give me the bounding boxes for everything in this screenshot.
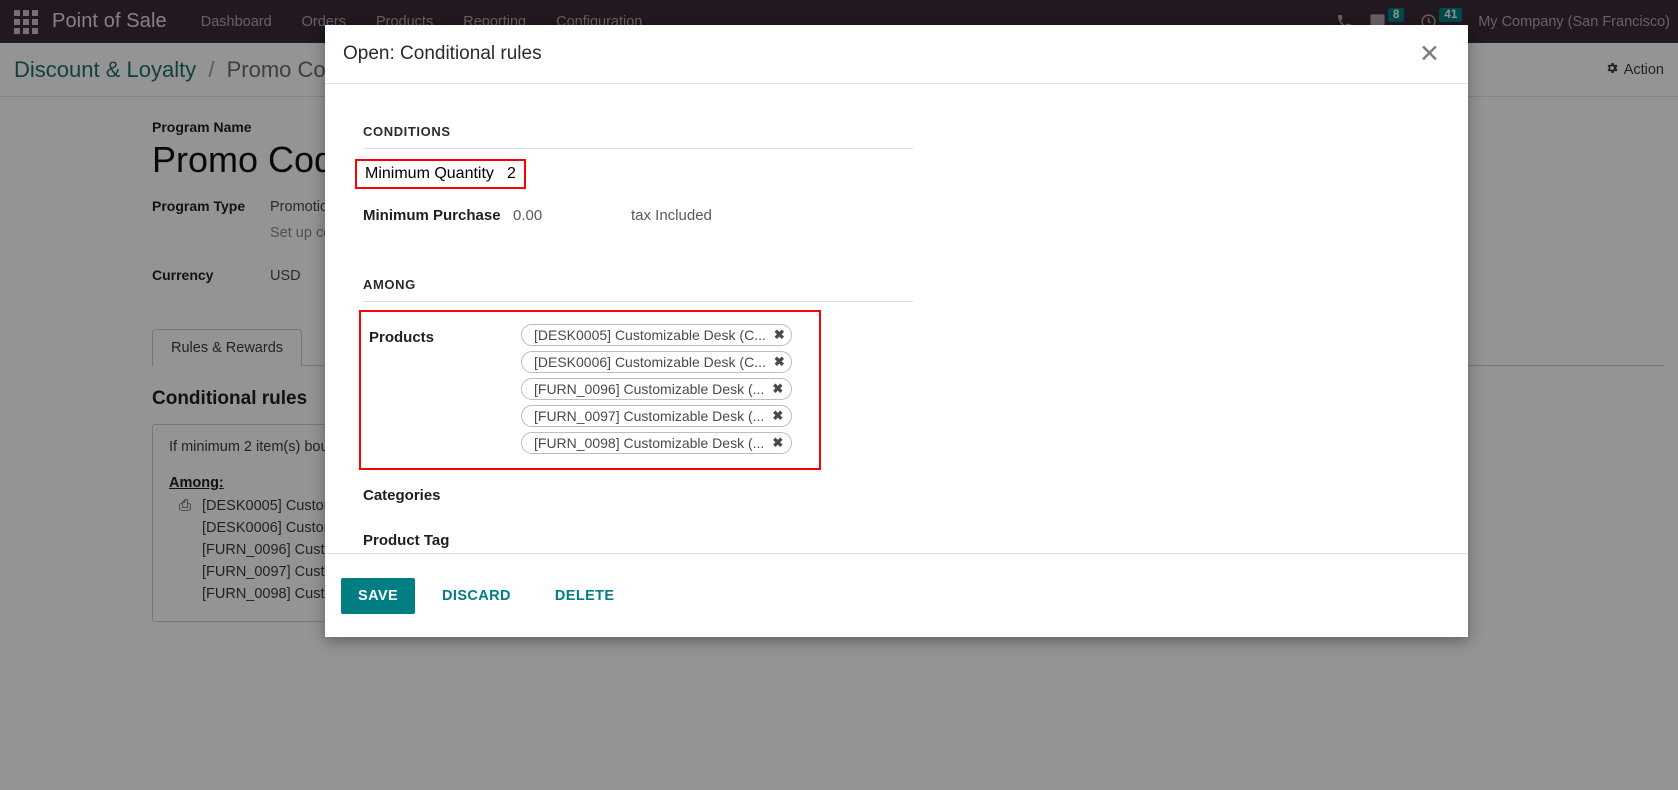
conditions-section-title: CONDITIONS bbox=[363, 124, 913, 149]
product-tag[interactable]: [FURN_0098] Customizable Desk (... ✖ bbox=[521, 432, 792, 454]
screen: Point of Sale Dashboard Orders Products … bbox=[0, 0, 1678, 790]
products-tag-list: [DESK0005] Customizable Desk (C... ✖ [DE… bbox=[521, 324, 792, 454]
minimum-purchase-input[interactable]: 0.00 bbox=[513, 207, 631, 224]
remove-tag-icon[interactable]: ✖ bbox=[772, 408, 783, 424]
product-tag-label: [FURN_0097] Customizable Desk (... bbox=[534, 408, 765, 424]
product-tag-label: [DESK0006] Customizable Desk (C... bbox=[534, 354, 766, 370]
remove-tag-icon[interactable]: ✖ bbox=[772, 435, 783, 451]
product-tag-label: [FURN_0096] Customizable Desk (... bbox=[534, 381, 765, 397]
dialog-header: Open: Conditional rules ✕ bbox=[325, 25, 1468, 84]
minimum-purchase-label: Minimum Purchase bbox=[363, 206, 501, 224]
categories-label: Categories bbox=[363, 487, 441, 504]
products-label: Products bbox=[369, 329, 435, 346]
product-tag[interactable]: [DESK0006] Customizable Desk (C... ✖ bbox=[521, 351, 792, 373]
remove-tag-icon[interactable]: ✖ bbox=[772, 381, 783, 397]
minimum-purchase-row: Minimum Purchase 0.00 tax Included bbox=[363, 195, 1450, 235]
discard-button[interactable]: DISCARD bbox=[425, 578, 528, 614]
remove-tag-icon[interactable]: ✖ bbox=[774, 327, 785, 343]
delete-button[interactable]: DELETE bbox=[538, 578, 632, 614]
dialog-footer: SAVE DISCARD DELETE bbox=[325, 553, 1468, 637]
among-section-title: AMONG bbox=[363, 277, 913, 302]
minimum-quantity-label: Minimum Quantity bbox=[365, 165, 494, 182]
product-tag[interactable]: [DESK0005] Customizable Desk (C... ✖ bbox=[521, 324, 792, 346]
categories-row: Categories bbox=[363, 476, 1450, 515]
tax-included-label: tax Included bbox=[631, 206, 712, 224]
minimum-quantity-input[interactable]: 2 bbox=[507, 165, 516, 183]
product-tag-label: [FURN_0098] Customizable Desk (... bbox=[534, 435, 765, 451]
product-tag-row: Product Tag bbox=[363, 521, 1450, 553]
product-tag[interactable]: [FURN_0097] Customizable Desk (... ✖ bbox=[521, 405, 792, 427]
conditional-rules-dialog: Open: Conditional rules ✕ CONDITIONS Min… bbox=[325, 25, 1468, 637]
remove-tag-icon[interactable]: ✖ bbox=[774, 354, 785, 370]
save-button[interactable]: SAVE bbox=[341, 577, 416, 614]
dialog-body: CONDITIONS Minimum Quantity 2 Minimum Pu… bbox=[325, 84, 1468, 553]
product-tag-label: Product Tag bbox=[363, 532, 450, 549]
products-field-group: Products [DESK0005] Customizable Desk (C… bbox=[359, 310, 821, 470]
product-tag-label: [DESK0005] Customizable Desk (C... bbox=[534, 327, 766, 343]
minimum-quantity-row: Minimum Quantity 2 bbox=[355, 159, 526, 189]
close-icon[interactable]: ✕ bbox=[1413, 40, 1446, 69]
product-tag[interactable]: [FURN_0096] Customizable Desk (... ✖ bbox=[521, 378, 792, 400]
dialog-title: Open: Conditional rules bbox=[343, 43, 542, 64]
